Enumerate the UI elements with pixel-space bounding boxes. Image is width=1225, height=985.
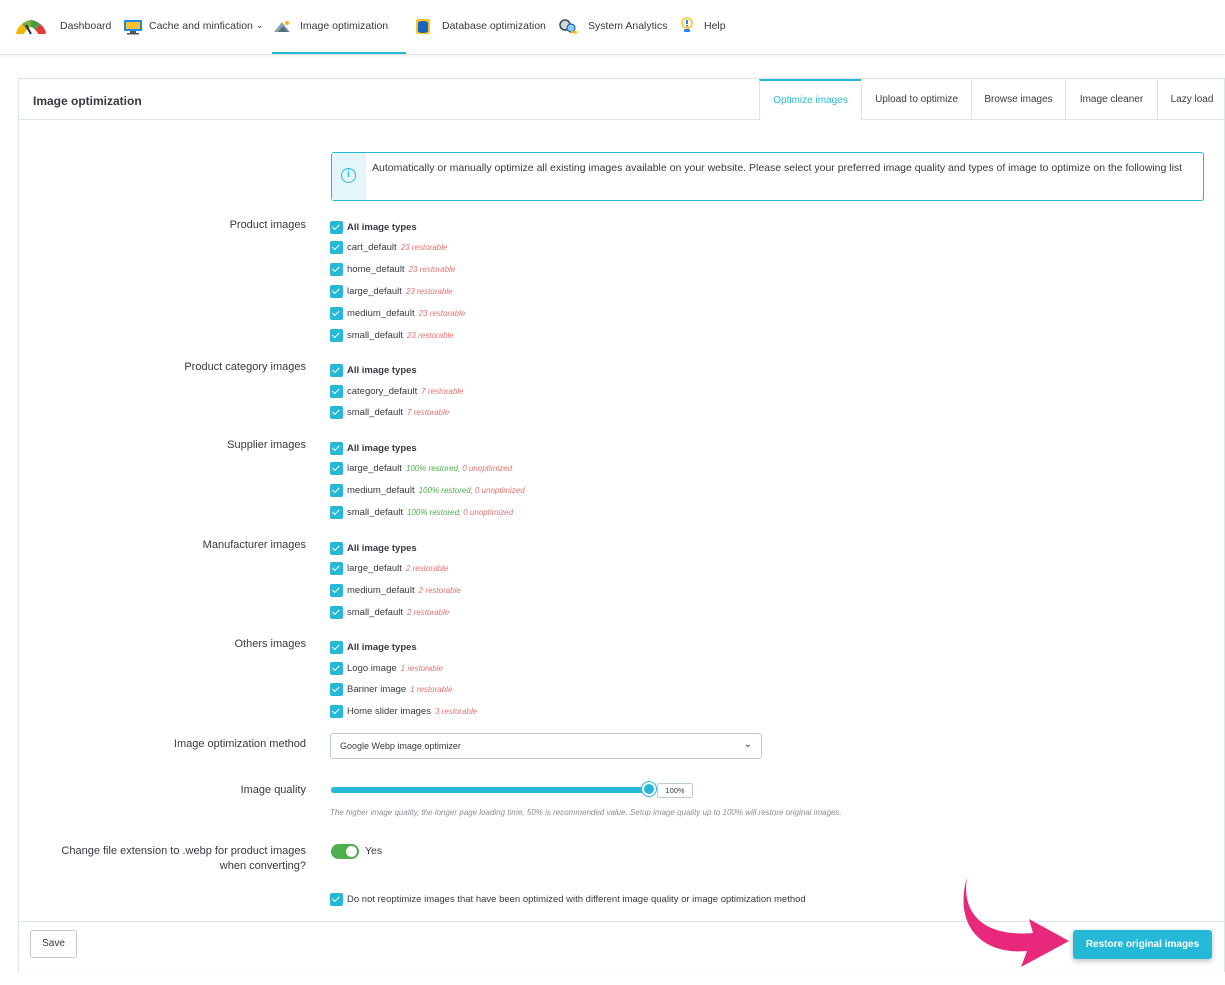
panel-header: Image optimization Optimize images Uploa…: [19, 79, 1224, 120]
nav-cache-label: Cache and minfication: [149, 20, 253, 32]
webp-label: Change file extension to .webp for produ…: [61, 845, 306, 872]
tab-optimize-images[interactable]: Optimize images: [759, 79, 861, 120]
tab-lazy-load[interactable]: Lazy load: [1157, 79, 1225, 120]
quality-label: Image quality: [240, 784, 306, 796]
tab-browse-images[interactable]: Browse images: [971, 79, 1065, 120]
checkbox-others-all[interactable]: All image types: [330, 639, 417, 655]
image-optimization-panel: Image optimization Optimize images Uploa…: [18, 78, 1225, 972]
quality-slider-track[interactable]: [331, 787, 649, 793]
tab-upload-to-optimize[interactable]: Upload to optimize: [861, 79, 971, 120]
chevron-down-icon: ⌄: [743, 739, 752, 750]
method-label: Image optimization method: [173, 738, 306, 750]
checkbox-icon[interactable]: [330, 483, 343, 497]
checkbox-icon[interactable]: [330, 363, 343, 377]
checkbox-do-not-reoptimize[interactable]: Do not reoptimize images that have been …: [330, 891, 806, 907]
webp-toggle[interactable]: [331, 844, 359, 859]
checkbox-icon[interactable]: [330, 605, 343, 619]
checkbox-category-all[interactable]: All image types: [330, 362, 417, 378]
quality-value: 100%: [657, 783, 693, 798]
checkbox-icon[interactable]: [330, 561, 343, 575]
checkbox-icon[interactable]: [330, 306, 343, 320]
checkbox-icon[interactable]: [330, 661, 343, 675]
checkbox-others-banner[interactable]: Banner image 1 restorable: [330, 681, 452, 697]
checkbox-product-medium-default[interactable]: medium_default 23 restorable: [330, 305, 465, 321]
nav-help[interactable]: Help: [680, 17, 726, 54]
nav-database-label: Database optimization: [442, 20, 546, 32]
checkbox-icon[interactable]: [330, 328, 343, 342]
checkbox-manufacturer-all[interactable]: All image types: [330, 540, 417, 556]
checkbox-manufacturer-large-default[interactable]: large_default 2 restorable: [330, 560, 448, 576]
group-label-supplier-images: Supplier images: [227, 439, 306, 451]
restore-original-images-button[interactable]: Restore original images: [1073, 930, 1212, 959]
quality-hint: The higher image quality, the longer pag…: [330, 808, 842, 817]
info-alert: i Automatically or manually optimize all…: [331, 152, 1204, 201]
analytics-icon: [558, 19, 577, 34]
group-label-product-images: Product images: [229, 219, 306, 231]
nav-cache-minification[interactable]: Cache and minfication ⌄: [123, 20, 263, 54]
group-label-category-images: Product category images: [184, 361, 306, 373]
database-icon: [414, 19, 432, 34]
top-navigation: Dashboard Cache and minfication ⌄ Image …: [0, 0, 1225, 55]
checkbox-icon[interactable]: [330, 405, 343, 419]
checkbox-supplier-medium-default[interactable]: medium_default 100% restored, 0 unoptimize…: [330, 482, 525, 498]
panel-title: Image optimization: [33, 94, 142, 108]
checkbox-icon[interactable]: [330, 240, 343, 254]
checkbox-icon[interactable]: [330, 384, 343, 398]
monitor-icon: [123, 20, 142, 35]
help-icon: [680, 17, 698, 34]
group-label-manufacturer-images: Manufacturer images: [202, 539, 306, 551]
checkbox-supplier-all[interactable]: All image types: [330, 440, 417, 456]
checkbox-product-large-default[interactable]: large_default 23 restorable: [330, 283, 453, 299]
checkbox-icon[interactable]: [330, 461, 343, 475]
save-button[interactable]: Save: [30, 930, 77, 958]
chevron-down-icon: ⌄: [255, 20, 264, 30]
info-icon: i: [341, 168, 356, 183]
nav-database-optimization[interactable]: Database optimization: [414, 19, 546, 54]
checkbox-icon[interactable]: [330, 441, 343, 455]
nav-image-label: Image optimization: [300, 20, 389, 32]
nav-dashboard[interactable]: Dashboard: [14, 20, 111, 54]
checkbox-icon[interactable]: [330, 541, 343, 555]
checkbox-product-home-default[interactable]: home_default 23 restorable: [330, 261, 455, 277]
checkbox-manufacturer-medium-default[interactable]: medium_default 2 restorable: [330, 582, 461, 598]
checkbox-product-all[interactable]: All image types: [330, 219, 417, 235]
checkbox-icon[interactable]: [330, 704, 343, 718]
checkbox-manufacturer-small-default[interactable]: small_default 2 restorable: [330, 604, 449, 620]
checkbox-icon[interactable]: [330, 682, 343, 696]
checkbox-icon[interactable]: [330, 262, 343, 276]
image-icon: [272, 20, 290, 34]
checkbox-supplier-small-default[interactable]: small_default 100% restored, 0 unoptimized: [330, 504, 513, 520]
checkbox-category-small-default[interactable]: small_default 7 restorable: [330, 404, 449, 420]
checkbox-icon[interactable]: [330, 284, 343, 298]
checkbox-product-cart-default[interactable]: cart_default 23 restorable: [330, 239, 447, 255]
checkbox-supplier-large-default[interactable]: large_default 100% restored, 0 unoptimized: [330, 460, 512, 476]
quality-slider-fill: [331, 787, 649, 793]
checkbox-others-home-slider[interactable]: Home slider images 3 restorable: [330, 703, 477, 719]
checkbox-icon[interactable]: [330, 892, 343, 906]
checkbox-icon[interactable]: [330, 583, 343, 597]
gauge-icon: [14, 20, 46, 35]
checkbox-product-small-default[interactable]: small_default 23 restorable: [330, 327, 454, 343]
group-label-others-images: Others images: [234, 638, 306, 650]
checkbox-category-category-default[interactable]: category_default 7 restorable: [330, 383, 464, 399]
nav-image-optimization[interactable]: Image optimization: [272, 20, 406, 54]
webp-toggle-label: Yes: [365, 845, 383, 857]
nav-dashboard-label: Dashboard: [60, 20, 112, 32]
checkbox-icon[interactable]: [330, 505, 343, 519]
info-text: Automatically or manually optimize all e…: [372, 162, 1183, 174]
checkbox-icon[interactable]: [330, 640, 343, 654]
nav-system-analytics[interactable]: System Analytics: [558, 19, 668, 54]
pointer-arrow-icon: [963, 877, 1069, 967]
quality-slider-thumb[interactable]: [642, 782, 656, 796]
nav-analytics-label: System Analytics: [588, 20, 668, 32]
tab-image-cleaner[interactable]: Image cleaner: [1065, 79, 1157, 120]
checkbox-icon[interactable]: [330, 220, 343, 234]
nav-help-label: Help: [704, 20, 726, 32]
checkbox-others-logo[interactable]: Logo image 1 restorable: [330, 660, 443, 676]
optimization-method-select[interactable]: Google Webp image optimizer ⌄: [330, 733, 762, 759]
